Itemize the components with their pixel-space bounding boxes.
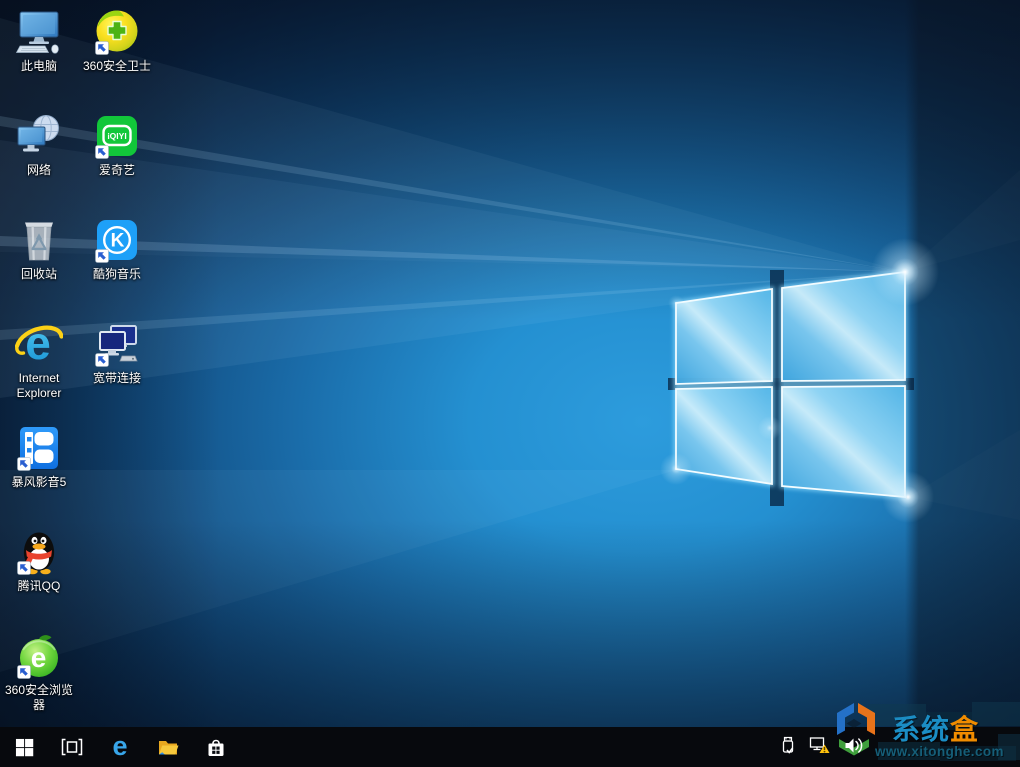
desktop-icon-label: 网络 (26, 163, 51, 177)
desktop-icon-network[interactable]: 网络 (0, 112, 78, 178)
desktop-icon-iqiyi[interactable]: iQIYI 爱奇艺 (78, 112, 156, 178)
edge-e-text: e (112, 734, 127, 760)
network-warning-icon (809, 737, 830, 753)
network-tray-button[interactable] (809, 736, 831, 761)
desktop-icon-label: 暴风影音5 (11, 475, 67, 489)
desktop-icon-label: 爱奇艺 (98, 163, 135, 177)
desktop-icon-360-browser[interactable]: e 360安全浏览器 (0, 632, 78, 713)
usb-tray-button[interactable] (779, 736, 797, 761)
desktop-icon-360-safety[interactable]: 360安全卫士 (78, 8, 156, 74)
start-button[interactable] (0, 727, 48, 767)
iqiyi-logo-text: iQIYI (107, 131, 126, 141)
edge-button[interactable]: e (96, 727, 144, 767)
store-button[interactable] (192, 727, 240, 767)
desktop-icon-label: 360安全浏览器 (4, 683, 74, 712)
desktop-icon-label: 回收站 (20, 267, 57, 281)
kugou-music-icon: K (95, 220, 137, 263)
360-browser-icon: e (17, 635, 58, 679)
start-icon (15, 738, 33, 756)
volume-tray-button[interactable] (843, 735, 864, 761)
desktop-icon-label: 宽带连接 (92, 371, 141, 385)
tencent-qq-icon (17, 532, 55, 575)
system-tray (760, 727, 1020, 767)
desktop-icon-label: 360安全卫士 (82, 59, 152, 73)
file-explorer-icon (159, 741, 179, 755)
internet-explorer-icon: e (15, 320, 63, 368)
desktop-icon-label: 此电脑 (20, 59, 57, 73)
desktop-icon-recycle-bin[interactable]: 回收站 (0, 216, 78, 282)
edge-icon: e (112, 734, 127, 760)
desktop-icon-label: 腾讯QQ (17, 579, 61, 593)
store-icon (208, 739, 224, 756)
desktop-icon-qq[interactable]: 腾讯QQ (0, 528, 78, 594)
windows-desktop: { "desktop": { "icons": [ {"id": "this-p… (0, 0, 1020, 767)
network-icon (17, 115, 59, 152)
browser-e-text: e (31, 642, 47, 673)
task-view-icon (61, 738, 83, 756)
file-explorer-button[interactable] (144, 727, 192, 767)
broadband-connection-icon (95, 325, 138, 367)
desktop-icon-kugou[interactable]: K 酷狗音乐 (78, 216, 156, 282)
task-view-button[interactable] (48, 727, 96, 767)
desktop-icon-label: Internet Explorer (16, 371, 62, 400)
desktop-icon-internet-explorer[interactable]: e Internet Explorer (0, 320, 78, 401)
usb-icon (782, 736, 794, 754)
this-pc-icon (15, 11, 59, 54)
desktop-icon-baofeng[interactable]: 暴风影音5 (0, 424, 78, 490)
kugou-k-text: K (111, 231, 125, 252)
volume-icon (845, 738, 863, 753)
baofeng-player-icon (17, 427, 58, 471)
iqiyi-icon: iQIYI (95, 116, 137, 159)
desktop-icon-broadband[interactable]: 宽带连接 (78, 320, 156, 386)
desktop-icon-label: 酷狗音乐 (92, 267, 141, 281)
recycle-bin-icon (25, 222, 53, 261)
360-safety-guard-icon (95, 10, 138, 55)
desktop-icon-this-pc[interactable]: 此电脑 (0, 8, 78, 74)
